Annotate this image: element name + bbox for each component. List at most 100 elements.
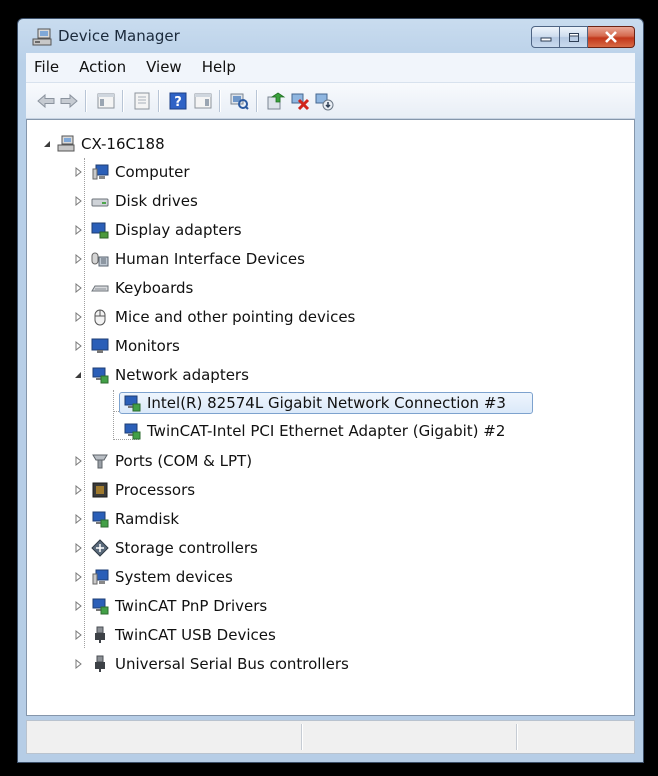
tree-item-label: Mice and other pointing devices [115,308,356,326]
toolbar: ? [26,83,635,119]
tree-item-storage-controllers[interactable]: Storage controllers [91,536,258,560]
disable-icon[interactable] [314,91,334,111]
minimize-button[interactable] [531,26,560,48]
processor-icon [92,482,108,498]
tree-item-twincat-usb-devices[interactable]: TwinCAT USB Devices [91,623,276,647]
collapse-arrow-icon[interactable] [42,139,52,149]
forward-icon[interactable] [59,91,79,111]
tree-item-label: Universal Serial Bus controllers [115,655,349,673]
minimize-icon [540,37,551,42]
display-adapter-icon [91,222,109,239]
twincat-pnp-icon [92,598,109,615]
expand-arrow-icon[interactable] [73,572,83,582]
status-bar-divider [516,724,518,750]
uninstall-icon[interactable] [290,91,310,111]
tree-item-ramdisk[interactable]: Ramdisk [91,507,179,531]
expand-arrow-icon[interactable] [73,659,83,669]
expand-arrow-icon[interactable] [73,601,83,611]
svg-text:?: ? [174,95,182,110]
expand-arrow-icon[interactable] [73,485,83,495]
status-bar-divider [301,724,303,750]
tree-item-label: Human Interface Devices [115,250,305,268]
tree-item-label: Ramdisk [115,510,180,528]
keyboard-icon [91,285,109,292]
back-icon[interactable] [36,91,56,111]
expand-arrow-icon[interactable] [73,225,83,235]
tree-root-label: CX-16C188 [81,135,165,153]
tree-root-node[interactable]: CX-16C188 [57,132,165,156]
usb-plug-icon [95,626,105,643]
tree-item-network-adapters[interactable]: Network adapters [91,363,249,387]
expand-arrow-icon[interactable] [73,254,83,264]
tree-item-ports[interactable]: Ports (COM & LPT) [91,449,252,473]
title-bar[interactable]: Device Manager [18,19,643,53]
close-button[interactable] [588,26,635,48]
menu-view[interactable]: View [136,53,192,82]
tree-item-disk-drives[interactable]: Disk drives [91,189,198,213]
scan-hardware-changes-icon[interactable] [229,91,249,111]
hid-icon [91,252,109,267]
expand-arrow-icon[interactable] [73,283,83,293]
show-hide-action-pane-icon[interactable] [193,91,213,111]
maximize-button[interactable] [560,26,588,48]
maximize-icon [568,32,579,42]
tree-item-system-devices[interactable]: System devices [91,565,233,589]
menu-file[interactable]: File [26,53,69,82]
expand-arrow-icon[interactable] [73,514,83,524]
port-icon [92,454,108,469]
tree-item-label: TwinCAT-Intel PCI Ethernet Adapter (Giga… [147,422,506,440]
close-icon [605,31,617,43]
tree-item-monitors[interactable]: Monitors [91,334,180,358]
tree-item-label: TwinCAT PnP Drivers [115,597,268,615]
expand-arrow-icon[interactable] [73,167,83,177]
computer-root-icon [57,135,75,152]
show-hide-console-tree-icon[interactable] [96,91,116,111]
menu-help[interactable]: Help [192,53,246,82]
menu-action[interactable]: Action [69,53,136,82]
help-icon[interactable]: ? [168,91,188,111]
collapse-arrow-icon[interactable] [73,370,83,380]
mouse-icon [94,309,106,326]
status-bar [26,720,635,754]
caption-buttons [531,26,635,48]
toolbar-separator [122,90,124,112]
tree-item-mice[interactable]: Mice and other pointing devices [91,305,355,329]
ramdisk-icon [92,511,109,528]
tree-item-keyboards[interactable]: Keyboards [91,276,193,300]
expand-arrow-icon[interactable] [73,341,83,351]
device-tree[interactable]: CX-16C188 Computer Disk drives Display a… [26,119,635,716]
tree-item-label: Intel(R) 82574L Gigabit Network Connecti… [147,394,506,412]
network-adapter-icon [124,423,141,440]
tree-item-label: Ports (COM & LPT) [115,452,253,470]
tree-item-twincat-pnp-drivers[interactable]: TwinCAT PnP Drivers [91,594,267,618]
storage-controller-icon [91,539,109,557]
device-manager-window: Device Manager File Action View Help ? C… [17,18,644,763]
toolbar-separator [158,90,160,112]
device-manager-icon [32,28,52,46]
tree-item-processors[interactable]: Processors [91,478,195,502]
tree-item-human-interface-devices[interactable]: Human Interface Devices [91,247,305,271]
tree-item-label: Storage controllers [115,539,258,557]
expand-arrow-icon[interactable] [73,196,83,206]
system-devices-icon [92,569,109,585]
toolbar-separator [85,90,87,112]
tree-item-label: System devices [115,568,233,586]
screenshot-frame: Device Manager File Action View Help ? C… [0,0,658,776]
menu-bar: File Action View Help [26,53,635,83]
properties-icon[interactable] [132,91,152,111]
expand-arrow-icon[interactable] [73,312,83,322]
expand-arrow-icon[interactable] [73,456,83,466]
tree-item-intel-82574l[interactable]: Intel(R) 82574L Gigabit Network Connecti… [123,391,506,415]
update-driver-icon[interactable] [266,91,286,111]
tree-item-twincat-intel-pci[interactable]: TwinCAT-Intel PCI Ethernet Adapter (Giga… [123,419,505,443]
tree-item-computer[interactable]: Computer [91,160,190,184]
tree-item-usb-controllers[interactable]: Universal Serial Bus controllers [91,652,349,676]
tree-item-display-adapters[interactable]: Display adapters [91,218,242,242]
network-adapter-icon [92,367,109,384]
tree-item-label: TwinCAT USB Devices [115,626,276,644]
expand-arrow-icon[interactable] [73,630,83,640]
tree-item-label: Keyboards [115,279,194,297]
expand-arrow-icon[interactable] [73,543,83,553]
toolbar-separator [219,90,221,112]
tree-item-label: Monitors [115,337,180,355]
